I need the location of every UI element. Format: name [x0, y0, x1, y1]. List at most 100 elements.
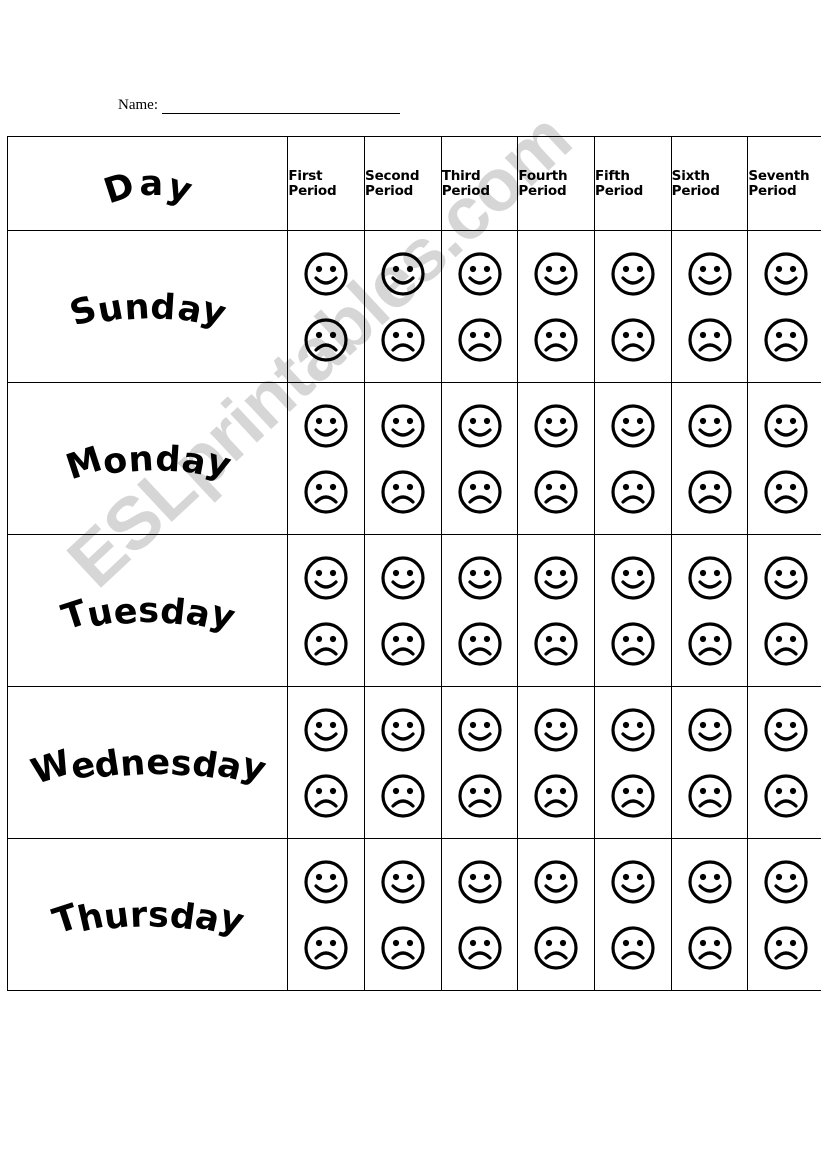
- rating-cell[interactable]: [747, 230, 821, 383]
- smiley-happy-face-icon[interactable]: [532, 402, 580, 450]
- rating-cell[interactable]: [517, 686, 596, 839]
- smiley-sad-face-icon[interactable]: [609, 620, 657, 668]
- smiley-happy-face-icon[interactable]: [379, 402, 427, 450]
- smiley-happy-face-icon[interactable]: [379, 554, 427, 602]
- smiley-happy-face-icon[interactable]: [456, 706, 504, 754]
- smiley-happy-face-icon[interactable]: [532, 250, 580, 298]
- rating-cell[interactable]: [594, 686, 672, 839]
- smiley-sad-face-icon[interactable]: [532, 924, 580, 972]
- smiley-happy-face-icon[interactable]: [609, 554, 657, 602]
- rating-cell[interactable]: [670, 230, 749, 383]
- rating-cell[interactable]: [594, 534, 672, 687]
- smiley-happy-face-icon[interactable]: [456, 554, 504, 602]
- smiley-sad-face-icon[interactable]: [762, 316, 810, 364]
- smiley-happy-face-icon[interactable]: [456, 858, 504, 906]
- rating-cell[interactable]: [670, 382, 749, 535]
- smiley-sad-face-icon[interactable]: [762, 620, 810, 668]
- rating-cell[interactable]: [747, 686, 821, 839]
- smiley-sad-face-icon[interactable]: [532, 772, 580, 820]
- rating-cell[interactable]: [287, 686, 366, 839]
- smiley-happy-face-icon[interactable]: [686, 402, 734, 450]
- smiley-sad-face-icon[interactable]: [302, 468, 350, 516]
- smiley-happy-face-icon[interactable]: [762, 250, 810, 298]
- rating-cell[interactable]: [594, 230, 672, 383]
- smiley-sad-face-icon[interactable]: [686, 772, 734, 820]
- smiley-sad-face-icon[interactable]: [302, 772, 350, 820]
- smiley-happy-face-icon[interactable]: [609, 402, 657, 450]
- rating-cell[interactable]: [670, 534, 749, 687]
- smiley-sad-face-icon[interactable]: [609, 772, 657, 820]
- smiley-happy-face-icon[interactable]: [686, 554, 734, 602]
- smiley-happy-face-icon[interactable]: [686, 250, 734, 298]
- smiley-sad-face-icon[interactable]: [456, 924, 504, 972]
- smiley-sad-face-icon[interactable]: [379, 924, 427, 972]
- smiley-happy-face-icon[interactable]: [609, 706, 657, 754]
- smiley-sad-face-icon[interactable]: [379, 772, 427, 820]
- smiley-sad-face-icon[interactable]: [532, 468, 580, 516]
- smiley-happy-face-icon[interactable]: [762, 402, 810, 450]
- smiley-happy-face-icon[interactable]: [686, 706, 734, 754]
- smiley-happy-face-icon[interactable]: [302, 706, 350, 754]
- smiley-sad-face-icon[interactable]: [686, 316, 734, 364]
- rating-cell[interactable]: [287, 382, 366, 535]
- smiley-happy-face-icon[interactable]: [302, 858, 350, 906]
- smiley-sad-face-icon[interactable]: [609, 924, 657, 972]
- smiley-sad-face-icon[interactable]: [379, 620, 427, 668]
- smiley-sad-face-icon[interactable]: [302, 620, 350, 668]
- rating-cell[interactable]: [594, 382, 672, 535]
- rating-cell[interactable]: [364, 534, 442, 687]
- smiley-sad-face-icon[interactable]: [609, 468, 657, 516]
- rating-cell[interactable]: [440, 382, 519, 535]
- smiley-sad-face-icon[interactable]: [456, 620, 504, 668]
- rating-cell[interactable]: [364, 230, 442, 383]
- rating-cell[interactable]: [440, 230, 519, 383]
- smiley-happy-face-icon[interactable]: [686, 858, 734, 906]
- smiley-happy-face-icon[interactable]: [762, 554, 810, 602]
- rating-cell[interactable]: [747, 838, 821, 991]
- smiley-sad-face-icon[interactable]: [762, 772, 810, 820]
- smiley-happy-face-icon[interactable]: [379, 706, 427, 754]
- rating-cell[interactable]: [440, 534, 519, 687]
- smiley-sad-face-icon[interactable]: [686, 468, 734, 516]
- smiley-sad-face-icon[interactable]: [532, 316, 580, 364]
- smiley-happy-face-icon[interactable]: [532, 554, 580, 602]
- smiley-happy-face-icon[interactable]: [456, 402, 504, 450]
- rating-cell[interactable]: [517, 382, 596, 535]
- rating-cell[interactable]: [440, 838, 519, 991]
- rating-cell[interactable]: [364, 838, 442, 991]
- rating-cell[interactable]: [670, 686, 749, 839]
- rating-cell[interactable]: [747, 534, 821, 687]
- rating-cell[interactable]: [594, 838, 672, 991]
- rating-cell[interactable]: [517, 230, 596, 383]
- smiley-happy-face-icon[interactable]: [302, 554, 350, 602]
- smiley-sad-face-icon[interactable]: [379, 468, 427, 516]
- rating-cell[interactable]: [287, 534, 366, 687]
- smiley-sad-face-icon[interactable]: [456, 316, 504, 364]
- smiley-sad-face-icon[interactable]: [302, 924, 350, 972]
- rating-cell[interactable]: [364, 686, 442, 839]
- smiley-sad-face-icon[interactable]: [762, 924, 810, 972]
- rating-cell[interactable]: [747, 382, 821, 535]
- smiley-sad-face-icon[interactable]: [379, 316, 427, 364]
- rating-cell[interactable]: [364, 382, 442, 535]
- smiley-sad-face-icon[interactable]: [532, 620, 580, 668]
- smiley-happy-face-icon[interactable]: [532, 858, 580, 906]
- smiley-sad-face-icon[interactable]: [302, 316, 350, 364]
- rating-cell[interactable]: [517, 838, 596, 991]
- rating-cell[interactable]: [517, 534, 596, 687]
- smiley-sad-face-icon[interactable]: [686, 924, 734, 972]
- smiley-sad-face-icon[interactable]: [456, 468, 504, 516]
- smiley-sad-face-icon[interactable]: [609, 316, 657, 364]
- rating-cell[interactable]: [440, 686, 519, 839]
- smiley-happy-face-icon[interactable]: [532, 706, 580, 754]
- smiley-sad-face-icon[interactable]: [686, 620, 734, 668]
- name-input-blank[interactable]: [161, 99, 400, 114]
- smiley-happy-face-icon[interactable]: [762, 858, 810, 906]
- smiley-happy-face-icon[interactable]: [302, 250, 350, 298]
- rating-cell[interactable]: [287, 230, 366, 383]
- smiley-happy-face-icon[interactable]: [379, 858, 427, 906]
- smiley-happy-face-icon[interactable]: [609, 250, 657, 298]
- smiley-happy-face-icon[interactable]: [302, 402, 350, 450]
- smiley-happy-face-icon[interactable]: [609, 858, 657, 906]
- smiley-sad-face-icon[interactable]: [762, 468, 810, 516]
